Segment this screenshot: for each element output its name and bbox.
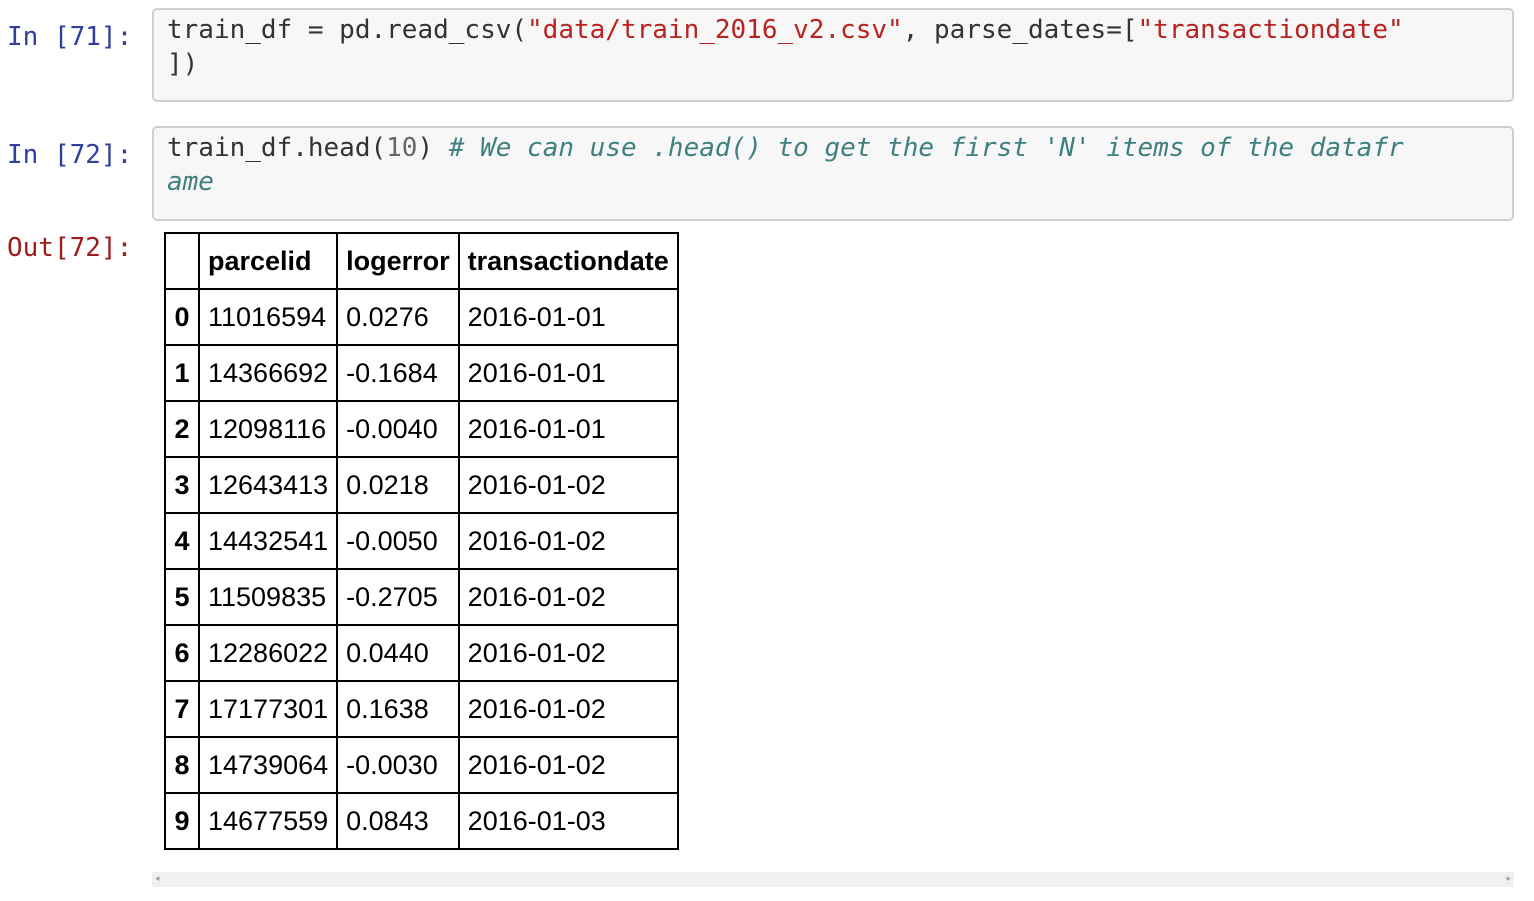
- cell-logerror: 0.0218: [337, 457, 459, 513]
- table-row: 511509835-0.27052016-01-02: [165, 569, 678, 625]
- cell-parcelid: 14366692: [199, 345, 337, 401]
- cell-parcelid: 14739064: [199, 737, 337, 793]
- cell-parcelid: 14432541: [199, 513, 337, 569]
- code-string: "transactiondate": [1138, 15, 1404, 45]
- cell-logerror: -0.2705: [337, 569, 459, 625]
- code-cell-71[interactable]: train_df = pd.read_csv("data/train_2016_…: [152, 8, 1514, 102]
- row-index: 9: [165, 793, 199, 849]
- column-header-parcelid: parcelid: [199, 233, 337, 289]
- cell-parcelid: 11509835: [199, 569, 337, 625]
- cell-transactiondate: 2016-01-03: [459, 793, 678, 849]
- column-header-logerror: logerror: [337, 233, 459, 289]
- cell-transactiondate: 2016-01-01: [459, 289, 678, 345]
- code-comment: ame: [167, 167, 214, 197]
- code-comment: # We can use .head() to get the first 'N…: [449, 133, 1404, 163]
- index-header: [165, 233, 199, 289]
- cell-parcelid: 11016594: [199, 289, 337, 345]
- output-area: parcelid logerror transactiondate 011016…: [152, 231, 1514, 887]
- row-index: 7: [165, 681, 199, 737]
- code-text: ]): [167, 49, 198, 79]
- code-text: train_df = pd.read_csv(: [167, 15, 527, 45]
- code-text: , parse_dates=[: [903, 15, 1138, 45]
- cell-logerror: -0.0050: [337, 513, 459, 569]
- table-row: 9146775590.08432016-01-03: [165, 793, 678, 849]
- dataframe-table: parcelid logerror transactiondate 011016…: [164, 232, 679, 850]
- cell-logerror: -0.0040: [337, 401, 459, 457]
- cell-parcelid: 17177301: [199, 681, 337, 737]
- table-row: 7171773010.16382016-01-02: [165, 681, 678, 737]
- cell-parcelid: 14677559: [199, 793, 337, 849]
- output-prompt-72: Out[72]:: [7, 231, 147, 265]
- code-string: "data/train_2016_v2.csv": [527, 15, 903, 45]
- row-index: 4: [165, 513, 199, 569]
- scroll-left-icon[interactable]: ◂: [155, 872, 160, 887]
- input-prompt-71: In [71]:: [7, 20, 147, 54]
- cell-parcelid: 12098116: [199, 401, 337, 457]
- code-text: train_df.head(: [167, 133, 386, 163]
- table-body: 0110165940.02762016-01-01114366692-0.168…: [165, 289, 678, 849]
- cell-logerror: 0.0440: [337, 625, 459, 681]
- cell-logerror: 0.0843: [337, 793, 459, 849]
- cell-transactiondate: 2016-01-01: [459, 401, 678, 457]
- code-text: ): [417, 133, 448, 163]
- table-row: 414432541-0.00502016-01-02: [165, 513, 678, 569]
- row-index: 6: [165, 625, 199, 681]
- table-row: 114366692-0.16842016-01-01: [165, 345, 678, 401]
- cell-logerror: -0.0030: [337, 737, 459, 793]
- table-row: 6122860220.04402016-01-02: [165, 625, 678, 681]
- code-cell-72[interactable]: train_df.head(10) # We can use .head() t…: [152, 126, 1514, 221]
- row-index: 8: [165, 737, 199, 793]
- row-index: 3: [165, 457, 199, 513]
- cell-transactiondate: 2016-01-02: [459, 457, 678, 513]
- table-row: 212098116-0.00402016-01-01: [165, 401, 678, 457]
- cell-logerror: 0.0276: [337, 289, 459, 345]
- row-index: 2: [165, 401, 199, 457]
- table-row: 3126434130.02182016-01-02: [165, 457, 678, 513]
- cell-transactiondate: 2016-01-01: [459, 345, 678, 401]
- cell-transactiondate: 2016-01-02: [459, 625, 678, 681]
- row-index: 1: [165, 345, 199, 401]
- table-header-row: parcelid logerror transactiondate: [165, 233, 678, 289]
- code-number: 10: [386, 133, 417, 163]
- cell-transactiondate: 2016-01-02: [459, 569, 678, 625]
- row-index: 0: [165, 289, 199, 345]
- cell-parcelid: 12286022: [199, 625, 337, 681]
- cell-transactiondate: 2016-01-02: [459, 737, 678, 793]
- table-row: 0110165940.02762016-01-01: [165, 289, 678, 345]
- column-header-transactiondate: transactiondate: [459, 233, 678, 289]
- cell-logerror: 0.1638: [337, 681, 459, 737]
- table-row: 814739064-0.00302016-01-02: [165, 737, 678, 793]
- input-prompt-72: In [72]:: [7, 138, 147, 172]
- scroll-right-icon[interactable]: ▸: [1506, 872, 1511, 887]
- cell-transactiondate: 2016-01-02: [459, 513, 678, 569]
- cell-logerror: -0.1684: [337, 345, 459, 401]
- horizontal-scrollbar[interactable]: ◂ ▸: [152, 872, 1514, 887]
- cell-transactiondate: 2016-01-02: [459, 681, 678, 737]
- row-index: 5: [165, 569, 199, 625]
- cell-parcelid: 12643413: [199, 457, 337, 513]
